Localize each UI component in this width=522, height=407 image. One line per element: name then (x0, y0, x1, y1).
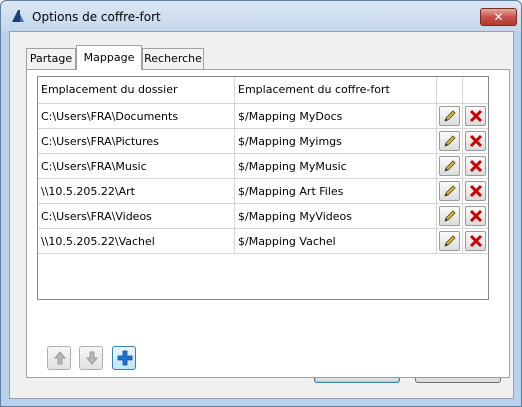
edit-cell (437, 129, 463, 153)
vault-cell[interactable]: $/Mapping Vachel (235, 229, 437, 253)
tab-partage[interactable]: Partage (26, 48, 76, 69)
table-row[interactable]: C:\Users\FRA\Documents $/Mapping MyDocs (38, 104, 488, 129)
tab-label: Mappage (83, 51, 135, 64)
column-header-vault[interactable]: Emplacement du coffre-fort (235, 77, 437, 103)
tab-mappage[interactable]: Mappage (76, 45, 142, 70)
edit-button[interactable] (439, 231, 460, 251)
folder-cell[interactable]: \\10.5.205.22\Art (38, 179, 235, 203)
red-x-icon (469, 159, 483, 173)
edit-cell (437, 229, 463, 253)
folder-cell[interactable]: C:\Users\FRA\Pictures (38, 129, 235, 153)
add-mapping-button[interactable] (112, 346, 136, 370)
table-row[interactable]: C:\Users\FRA\Music $/Mapping MyMusic (38, 154, 488, 179)
column-header-delete (463, 77, 488, 103)
vault-cell[interactable]: $/Mapping Art Files (235, 179, 437, 203)
edit-button[interactable] (439, 181, 460, 201)
vault-cell[interactable]: $/Mapping Myimgs (235, 129, 437, 153)
red-x-icon (469, 184, 483, 198)
delete-cell (463, 154, 488, 178)
folder-cell[interactable]: C:\Users\FRA\Music (38, 154, 235, 178)
edit-cell (437, 204, 463, 228)
delete-cell (463, 129, 488, 153)
tab-recherche[interactable]: Recherche (142, 48, 204, 69)
delete-button[interactable] (465, 156, 486, 176)
arrow-down-icon (85, 351, 99, 365)
delete-cell (463, 179, 488, 203)
edit-cell (437, 104, 463, 128)
column-header-edit (437, 77, 463, 103)
red-x-icon (469, 234, 483, 248)
mapping-grid[interactable]: Emplacement du dossier Emplacement du co… (37, 76, 489, 300)
plus-icon (117, 350, 133, 366)
folder-cell[interactable]: C:\Users\FRA\Documents (38, 104, 235, 128)
arrow-up-icon (53, 351, 67, 365)
table-row[interactable]: C:\Users\FRA\Videos $/Mapping MyVideos (38, 204, 488, 229)
folder-cell[interactable]: \\10.5.205.22\Vachel (38, 229, 235, 253)
edit-cell (437, 154, 463, 178)
red-x-icon (469, 134, 483, 148)
pencil-icon (444, 135, 456, 147)
edit-button[interactable] (439, 206, 460, 226)
pencil-icon (444, 210, 456, 222)
table-row[interactable]: \\10.5.205.22\Vachel $/Mapping Vachel (38, 229, 488, 254)
pencil-icon (444, 160, 456, 172)
close-icon: ✕ (493, 10, 504, 24)
grid-header: Emplacement du dossier Emplacement du co… (38, 77, 488, 104)
pencil-icon (444, 185, 456, 197)
pencil-icon (444, 235, 456, 247)
title-bar[interactable]: Options de coffre-fort ✕ (1, 1, 521, 31)
delete-cell (463, 204, 488, 228)
edit-cell (437, 179, 463, 203)
move-up-button[interactable] (47, 346, 71, 370)
column-header-folder[interactable]: Emplacement du dossier (38, 77, 235, 103)
delete-button[interactable] (465, 181, 486, 201)
app-logo-icon (12, 10, 24, 22)
delete-button[interactable] (465, 206, 486, 226)
delete-button[interactable] (465, 106, 486, 126)
delete-cell (463, 229, 488, 253)
folder-cell[interactable]: C:\Users\FRA\Videos (38, 204, 235, 228)
dialog-client-area: Partage Mappage Recherche Emplacement du… (9, 31, 514, 399)
window-title: Options de coffre-fort (32, 10, 161, 24)
delete-button[interactable] (465, 131, 486, 151)
tab-label: Recherche (144, 52, 202, 65)
move-down-button[interactable] (79, 346, 103, 370)
vault-cell[interactable]: $/Mapping MyDocs (235, 104, 437, 128)
delete-button[interactable] (465, 231, 486, 251)
vault-cell[interactable]: $/Mapping MyVideos (235, 204, 437, 228)
close-button[interactable]: ✕ (480, 8, 517, 26)
pencil-icon (444, 110, 456, 122)
dialog-window: Options de coffre-fort ✕ Partage Mappage… (0, 0, 522, 407)
table-row[interactable]: C:\Users\FRA\Pictures $/Mapping Myimgs (38, 129, 488, 154)
tab-label: Partage (29, 52, 73, 65)
edit-button[interactable] (439, 156, 460, 176)
delete-cell (463, 104, 488, 128)
red-x-icon (469, 109, 483, 123)
vault-cell[interactable]: $/Mapping MyMusic (235, 154, 437, 178)
edit-button[interactable] (439, 131, 460, 151)
mappage-panel: Emplacement du dossier Emplacement du co… (26, 69, 510, 378)
edit-button[interactable] (439, 106, 460, 126)
red-x-icon (469, 209, 483, 223)
table-row[interactable]: \\10.5.205.22\Art $/Mapping Art Files (38, 179, 488, 204)
